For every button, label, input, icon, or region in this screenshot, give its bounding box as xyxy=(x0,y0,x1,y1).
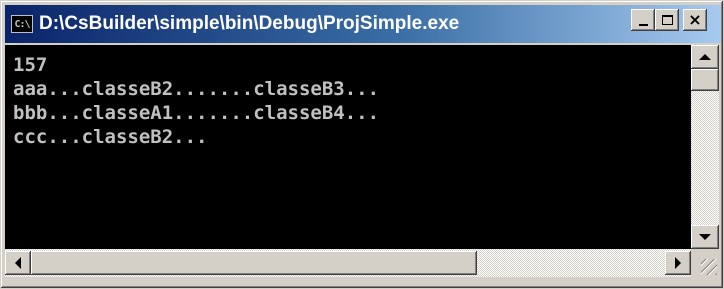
console-line: ccc...classeB2... xyxy=(13,126,208,148)
console-output[interactable]: 157 aaa...classeB2.......classeB3... bbb… xyxy=(5,45,691,249)
scroll-right-button[interactable] xyxy=(665,251,691,275)
arrow-left-icon xyxy=(15,257,21,269)
close-button[interactable]: × xyxy=(683,9,707,31)
arrow-down-icon xyxy=(699,234,711,240)
maximize-icon xyxy=(661,15,673,25)
resize-grip[interactable] xyxy=(691,249,721,279)
arrow-right-icon xyxy=(675,257,681,269)
console-icon[interactable]: C:\ xyxy=(11,15,33,33)
title-bar[interactable]: C:\ D:\CsBuilder\simple\bin\Debug\ProjSi… xyxy=(5,5,721,43)
scroll-down-button[interactable] xyxy=(691,225,719,249)
minimize-icon xyxy=(638,24,648,26)
maximize-button[interactable] xyxy=(655,9,679,31)
horizontal-scrollbar[interactable] xyxy=(5,249,691,277)
arrow-up-icon xyxy=(699,54,711,60)
vertical-scroll-thumb[interactable] xyxy=(691,69,719,91)
console-line: aaa...classeB2.......classeB3... xyxy=(13,78,380,100)
minimize-button[interactable] xyxy=(631,9,655,31)
vertical-scrollbar[interactable] xyxy=(691,45,719,249)
console-window: C:\ D:\CsBuilder\simple\bin\Debug\ProjSi… xyxy=(0,0,724,289)
console-line: bbb...classeA1.......classeB4... xyxy=(13,102,380,124)
window-title: D:\CsBuilder\simple\bin\Debug\ProjSimple… xyxy=(39,13,460,34)
close-icon: × xyxy=(688,10,702,29)
scroll-left-button[interactable] xyxy=(5,251,31,275)
horizontal-scroll-thumb[interactable] xyxy=(31,251,477,275)
scroll-up-button[interactable] xyxy=(691,45,719,69)
resize-grip-icon xyxy=(701,259,717,275)
console-line: 157 xyxy=(13,54,48,76)
